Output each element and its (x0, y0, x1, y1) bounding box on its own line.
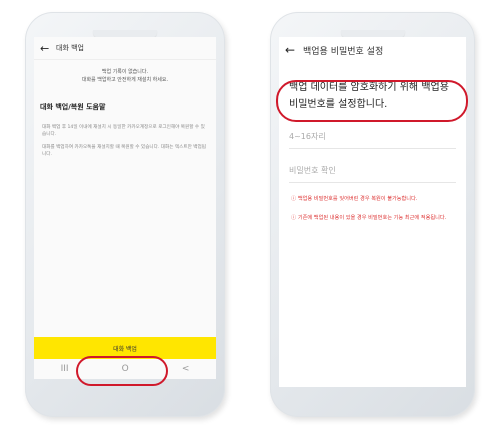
headline-line: 백업 데이터를 암호화하기 위해 백업용 (289, 82, 449, 93)
back-arrow-icon[interactable]: ← (40, 42, 54, 55)
password-field[interactable]: 4~16자리 (289, 131, 456, 149)
warning-text: ⓘ 기존에 백업된 내용이 있을 경우 비밀번호는 기능 최근에 적용됩니다. (291, 215, 447, 221)
help-item: 대화를 백업하여 카카오톡을 재설치할 때 복원할 수 있습니다. 대화는 텍스… (42, 145, 206, 157)
home-icon[interactable]: O (122, 364, 129, 374)
warning-text: ⓘ 백업용 비밀번호를 잊어버린 경우 복원이 불가능합니다. (291, 196, 418, 202)
backup-button[interactable]: 대화 백업 (34, 337, 216, 359)
help-item: 대화 백업 후 14일 이내에 재설치 시 동일한 카카오계정으로 로그인해야 … (42, 125, 205, 137)
phone-frame-password: ← 백업용 비밀번호 설정 백업 데이터를 암호화하기 위해 백업용 비밀번호를… (270, 12, 475, 417)
phone-frame-backup: ← 대화 백업 백업 기록이 없습니다. 대화를 백업하고 안전하게 재설치 하… (25, 12, 225, 417)
app-bar: ← 대화 백업 (34, 37, 216, 60)
password-screen: ← 백업용 비밀번호 설정 백업 데이터를 암호화하기 위해 백업용 비밀번호를… (279, 37, 466, 387)
password-confirm-field[interactable]: 비밀번호 확인 (289, 165, 456, 183)
help-list: 대화 백업 후 14일 이내에 재설치 시 동일한 카카오계정으로 로그인해야 … (42, 124, 208, 158)
notice-line: 백업 기록이 없습니다. (101, 69, 149, 75)
backup-screen: ← 대화 백업 백업 기록이 없습니다. 대화를 백업하고 안전하게 재설치 하… (34, 37, 216, 379)
recent-apps-icon[interactable]: III (61, 364, 69, 374)
help-title: 대화 백업/복원 도움말 (40, 103, 106, 111)
page-title: 대화 백업 (56, 44, 84, 52)
system-nav-bar: III O < (34, 359, 216, 379)
backup-notice: 백업 기록이 없습니다. 대화를 백업하고 안전하게 재설치 하세요. (34, 68, 216, 84)
back-arrow-icon[interactable]: ← (285, 43, 299, 57)
headline: 백업 데이터를 암호화하기 위해 백업용 비밀번호를 설정합니다. (289, 79, 460, 113)
notice-line: 대화를 백업하고 안전하게 재설치 하세요. (81, 77, 169, 83)
app-bar: ← 백업용 비밀번호 설정 (279, 37, 466, 63)
headline-line: 비밀번호를 설정합니다. (289, 99, 388, 110)
page-title: 백업용 비밀번호 설정 (303, 46, 384, 57)
nav-back-icon[interactable]: < (182, 364, 190, 374)
